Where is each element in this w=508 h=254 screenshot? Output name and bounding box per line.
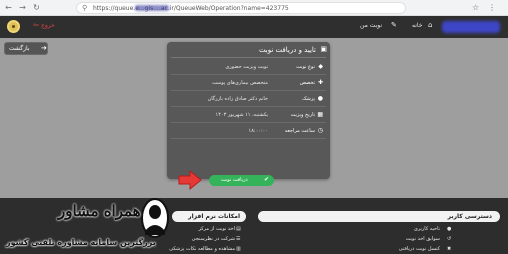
site-logo[interactable] — [7, 20, 20, 33]
back-button[interactable]: بازگشت ➔ — [4, 42, 48, 55]
home-icon[interactable]: ⌂ — [428, 21, 432, 29]
software-title-text: امکانات نرم افزار — [188, 213, 240, 220]
row-key: پزشک — [302, 96, 315, 102]
ticket-small-icon: ▤ — [236, 226, 241, 232]
nav-my-ticket[interactable]: نوبت من — [360, 22, 382, 29]
logout-icon[interactable]: ⇦ — [33, 21, 39, 29]
logout-link[interactable]: خروج — [41, 22, 55, 29]
url-redaction — [135, 5, 169, 11]
save-icon: ▣ — [320, 45, 327, 53]
row-value: ۱۸:۰۰:۰۰ — [248, 128, 268, 134]
footer-link-medical-tips[interactable]: مشاهده و مطالعه نکات پزشکی — [169, 246, 235, 252]
nav-home[interactable]: خانه — [412, 22, 422, 29]
footer-link-cancel[interactable]: کنسل نوبت دریافتی — [399, 246, 440, 252]
specialty-icon: ✚ — [317, 79, 323, 86]
card-title: تایید و دریافت نوبت — [258, 46, 316, 54]
back-arrow-icon[interactable]: ← — [4, 3, 13, 12]
row-key: تخصص — [299, 80, 315, 86]
user-name-redaction — [442, 21, 500, 33]
reload-icon[interactable]: ↻ — [32, 3, 41, 12]
row-visit-time: ساعت مراجعه ◷ ۱۸:۰۰:۰۰ — [171, 125, 326, 139]
confirm-ticket-card: تایید و دریافت نوبت ▣ نوع نوبت ◆ نوبت وی… — [167, 42, 330, 179]
watermark-subtitle: بزرگترین سامانه مشاوره تلفنی کشور — [6, 238, 156, 247]
row-key: تاریخ ویزیت — [290, 112, 315, 118]
calendar-icon: ▦ — [317, 111, 323, 118]
software-panel-title: امکانات نرم افزار — [172, 211, 246, 222]
check-icon: ✔ — [264, 176, 270, 183]
menu-icon[interactable]: ⋮ — [488, 3, 496, 12]
row-doctor: پزشک ● خانم دکتر صادق زاده بازرگان — [171, 93, 326, 107]
arrow-right-icon: ➔ — [41, 44, 47, 52]
forward-arrow-icon[interactable]: → — [18, 3, 27, 12]
row-key: ساعت مراجعه — [284, 128, 315, 134]
browser-toolbar: ← → ↻ ⚲ https://queue.e...gis....ac.ir/Q… — [0, 0, 508, 16]
row-value: خانم دکتر صادق زاده بازرگان — [207, 96, 268, 102]
row-specialty: تخصص ✚ متخصص بیماری‌های پوست — [171, 77, 326, 91]
history-icon: ↺ — [447, 236, 452, 242]
clock-icon: ◷ — [317, 127, 323, 134]
row-ticket-type: نوع نوبت ◆ نوبت ویزیت حضوری — [171, 61, 326, 75]
ticket-icon[interactable]: ✎ — [391, 21, 397, 29]
row-value: متخصص بیماری‌های پوست — [212, 80, 268, 86]
watermark-title: همراه مشاور — [58, 202, 141, 220]
doctor-icon: ● — [317, 95, 323, 102]
red-arrow-icon — [178, 170, 202, 190]
card-divider — [171, 57, 326, 58]
receive-ticket-button[interactable]: دریافت نوبت ✔ — [209, 175, 274, 186]
receive-ticket-label: دریافت نوبت — [221, 177, 248, 183]
cancel-icon: ✖ — [447, 246, 452, 252]
book-icon: ▥ — [236, 246, 241, 252]
watermark-figure-icon — [141, 198, 169, 238]
footer-link-history[interactable]: سوابق اخذ نوبت — [406, 236, 440, 242]
tag-icon: ◆ — [318, 63, 323, 70]
app-header: ⇦ خروج نوبت من ✎ خانه ⌂ — [0, 16, 508, 38]
row-value: نوبت ویزیت حضوری — [225, 64, 268, 70]
access-title-text: دسترسی کاربر — [447, 213, 492, 220]
star-icon[interactable]: ☆ — [472, 3, 479, 12]
address-bar[interactable]: ⚲ https://queue.e...gis....ac.ir/QueueWe… — [76, 2, 406, 14]
access-panel-title: دسترسی کاربر — [258, 211, 500, 222]
footer-link-user-area[interactable]: ناحیه کاربری — [414, 226, 440, 232]
user-icon: ● — [447, 226, 452, 232]
footer-link-survey[interactable]: شرکت در نظرسنجی — [192, 236, 235, 242]
survey-icon: ☰ — [236, 236, 241, 242]
back-button-label: بازگشت — [9, 45, 30, 52]
lock-icon: ⚲ — [82, 4, 88, 12]
row-key: نوع نوبت — [296, 64, 315, 70]
footer-link-get-ticket[interactable]: اخذ نوبت از مرکز — [198, 226, 235, 232]
row-value: یکشنبه، ۱۱ شهریور ۱۴۰۳ — [215, 112, 268, 118]
row-visit-date: تاریخ ویزیت ▦ یکشنبه، ۱۱ شهریور ۱۴۰۳ — [171, 109, 326, 123]
